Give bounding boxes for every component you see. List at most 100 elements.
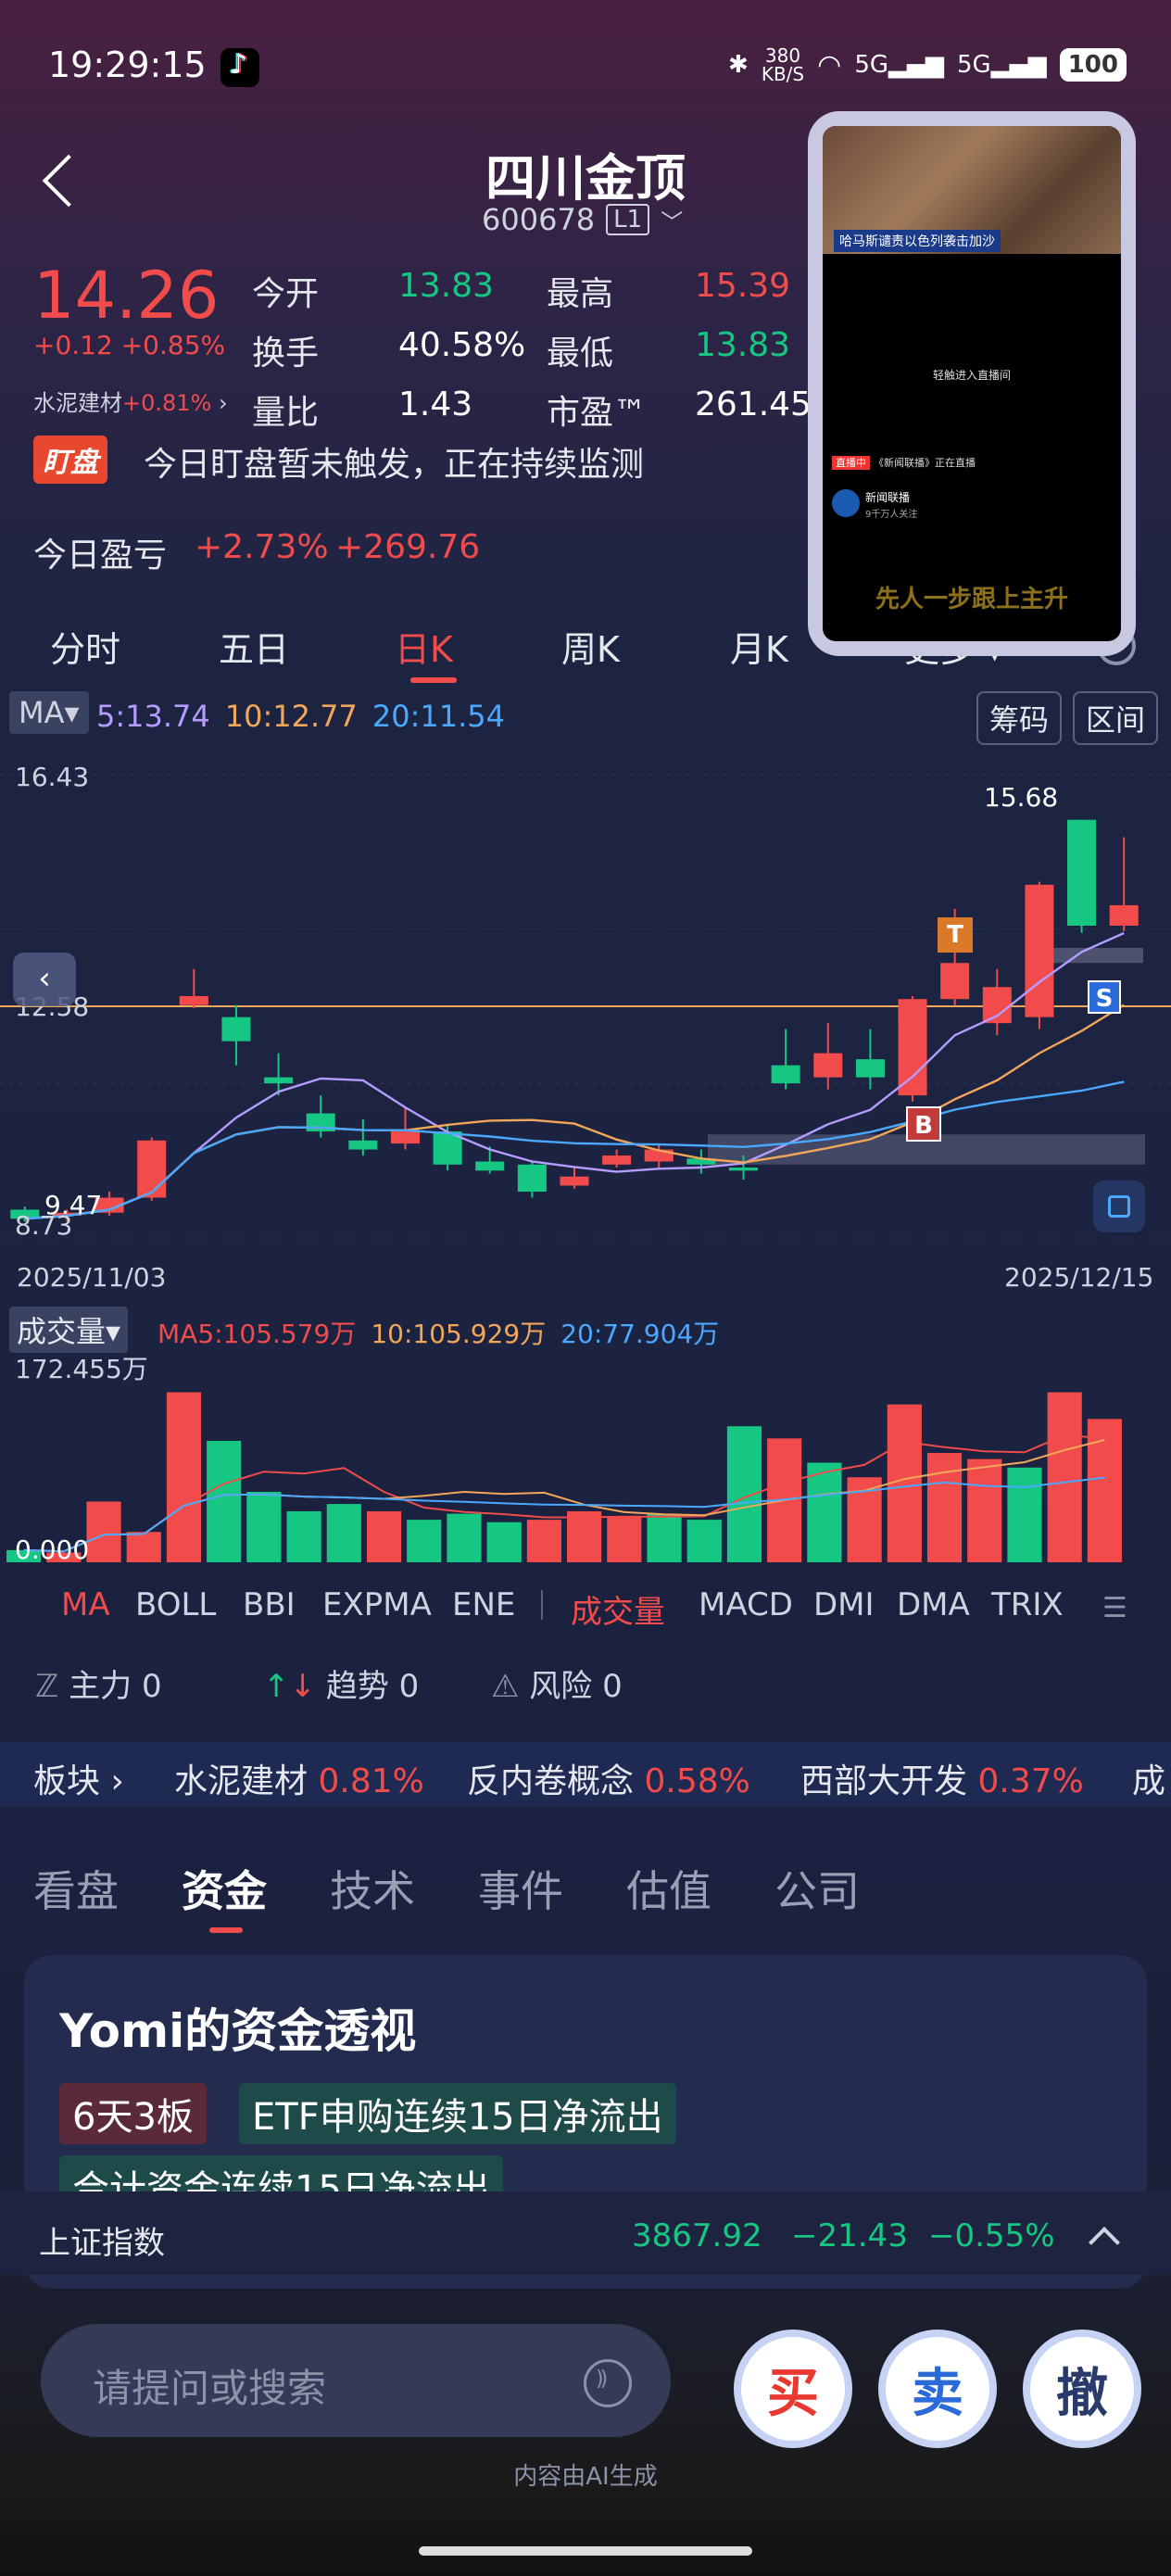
kline-chart[interactable] — [0, 741, 1171, 1297]
candle-body — [602, 1155, 632, 1165]
tab-jishu[interactable]: 技术 — [330, 1858, 415, 1919]
candle-body — [390, 1131, 420, 1144]
volume-y-bottom: 0.000 — [15, 1534, 90, 1565]
kline-low-mark: 9.47 — [44, 1190, 103, 1220]
ind-macd[interactable]: MACD — [699, 1586, 793, 1623]
open-value: 13.83 — [398, 267, 495, 305]
signal-risk[interactable]: ⚠ 风险 0 — [491, 1661, 623, 1706]
low-label: 最低 — [547, 335, 614, 373]
candle-body — [1025, 884, 1054, 1017]
sector-item-1[interactable]: 水泥建材 0.81% — [174, 1754, 424, 1802]
candle-body — [475, 1161, 505, 1171]
tab-wuri[interactable]: 五日 — [219, 621, 289, 672]
kline-start-date: 2025/11/03 — [17, 1262, 167, 1293]
home-indicator[interactable] — [419, 2546, 752, 2556]
ding-status-text[interactable]: 今日盯盘暂未触发，正在持续监测 — [144, 437, 644, 486]
marker-t[interactable]: T — [938, 917, 973, 953]
tab-yuek[interactable]: 月K — [730, 621, 788, 672]
ind-ene[interactable]: ENE — [452, 1586, 515, 1623]
daily-pl-label: 今日盈亏 — [33, 537, 168, 575]
floating-video-window[interactable]: 哈马斯谴责以色列袭击加沙 轻触进入直播间 直播中 《新闻联播》正在直播 新闻联播 … — [808, 111, 1136, 656]
marker-s[interactable]: S — [1088, 980, 1121, 1014]
candle-body — [179, 995, 208, 1005]
indicator-menu-icon[interactable]: ☰ — [1102, 1592, 1127, 1624]
tab-guzhi[interactable]: 估值 — [626, 1858, 711, 1919]
tab-kanpan[interactable]: 看盘 — [33, 1858, 119, 1919]
volume-selector[interactable]: 成交量▾ — [9, 1307, 129, 1353]
high-label: 最高 — [547, 275, 614, 313]
sector-item-overflow[interactable]: 成 — [1132, 1754, 1165, 1802]
daily-pl-amount: +269.76 — [335, 528, 481, 566]
ma-values: 5:13.74 10:12.77 20:11.54 — [96, 699, 505, 734]
tab-zijin[interactable]: 资金 — [182, 1858, 267, 1919]
index-name: 上证指数 — [39, 2225, 165, 2262]
sell-button[interactable]: 卖 — [878, 2330, 997, 2448]
account-followers: 9千万人关注 — [865, 510, 918, 520]
tab-rik[interactable]: 日K — [395, 621, 453, 672]
volume-bar — [1047, 1392, 1082, 1562]
ma-selector-button[interactable]: MA▾ — [9, 691, 89, 734]
main-force-icon: ℤ — [35, 1668, 59, 1705]
expand-icon — [1108, 1195, 1130, 1218]
chevron-down-icon: ﹀ — [661, 208, 684, 235]
trend-arrows-icon: ↑ — [263, 1668, 290, 1705]
ind-dmi[interactable]: DMI — [813, 1586, 875, 1623]
volume-bar — [326, 1504, 361, 1562]
kline-end-date: 2025/12/15 — [1004, 1262, 1154, 1293]
vol-ma10: 10:105.929万 — [371, 1319, 547, 1349]
candle-body — [729, 1168, 759, 1171]
signal-main[interactable]: ℤ 主力 0 — [35, 1661, 162, 1706]
cancel-order-button[interactable]: 撤 — [1023, 2330, 1141, 2448]
candle-body — [517, 1164, 547, 1192]
candle-body — [137, 1140, 167, 1198]
marker-b[interactable]: B — [906, 1106, 941, 1142]
sector-item-3[interactable]: 西部大开发 0.37% — [800, 1754, 1084, 1802]
range-button[interactable]: 区间 — [1073, 691, 1159, 745]
candle-body — [813, 1053, 843, 1078]
daily-pl-pct: +2.73% — [195, 528, 329, 566]
volume-bar — [926, 1453, 963, 1562]
ind-boll[interactable]: BOLL — [135, 1586, 216, 1623]
signal-trend[interactable]: ↑↓ 趋势 0 — [263, 1661, 419, 1706]
candle-body — [221, 1017, 251, 1042]
fullscreen-button[interactable] — [1093, 1181, 1145, 1232]
ind-trix[interactable]: TRIX — [991, 1586, 1064, 1623]
volume-bar — [86, 1501, 121, 1562]
candle-body — [560, 1176, 589, 1186]
chart-scroll-left-button[interactable]: ‹ — [13, 953, 76, 1006]
current-price: 14.26 — [33, 258, 220, 334]
volume-bar — [1007, 1467, 1042, 1562]
kline-y-top: 16.43 — [15, 762, 90, 792]
tab-zhouk[interactable]: 周K — [561, 621, 620, 672]
candle-body — [898, 999, 927, 1096]
buy-button[interactable]: 买 — [734, 2330, 852, 2448]
volume-bar — [726, 1426, 762, 1562]
voice-icon[interactable] — [584, 2359, 632, 2407]
ding-badge[interactable]: 盯盘 — [33, 436, 107, 484]
volume-bar — [647, 1513, 682, 1562]
enter-live-text[interactable]: 轻触进入直播间 — [823, 367, 1121, 383]
video-frame[interactable]: 哈马斯谴责以色列袭击加沙 轻触进入直播间 直播中 《新闻联播》正在直播 新闻联播 … — [823, 126, 1121, 641]
turnover-label: 换手 — [252, 335, 320, 373]
volume-bar — [166, 1392, 202, 1562]
tab-gongsi[interactable]: 公司 — [774, 1858, 860, 1919]
sector-item-2[interactable]: 反内卷概念 0.58% — [467, 1754, 750, 1802]
ind-bbi[interactable]: BBI — [243, 1586, 296, 1623]
tab-shijian[interactable]: 事件 — [478, 1858, 563, 1919]
tab-fenshi[interactable]: 分时 — [50, 621, 120, 672]
ind-dma[interactable]: DMA — [897, 1586, 970, 1623]
ind-expma[interactable]: EXPMA — [322, 1586, 432, 1623]
ma10-value: 10:12.77 — [224, 699, 358, 734]
sector-link[interactable]: 水泥建材+0.81% › — [33, 385, 228, 417]
candle-body — [982, 987, 1012, 1024]
wifi-icon: ◠ — [817, 48, 842, 82]
signal-5g-1: 5G▂▄▆ — [854, 51, 945, 79]
ind-divider — [541, 1590, 543, 1620]
volume-chart[interactable] — [0, 1353, 1171, 1566]
chip-distribution-button[interactable]: 筹码 — [976, 691, 1063, 745]
ind-ma[interactable]: MA — [61, 1586, 110, 1623]
volume-bar — [126, 1532, 161, 1562]
sector-label[interactable]: 板块 › — [33, 1754, 124, 1802]
stock-code-row[interactable]: 600678 L1 ﹀ — [482, 202, 683, 237]
ind-volume[interactable]: 成交量 — [571, 1586, 665, 1632]
